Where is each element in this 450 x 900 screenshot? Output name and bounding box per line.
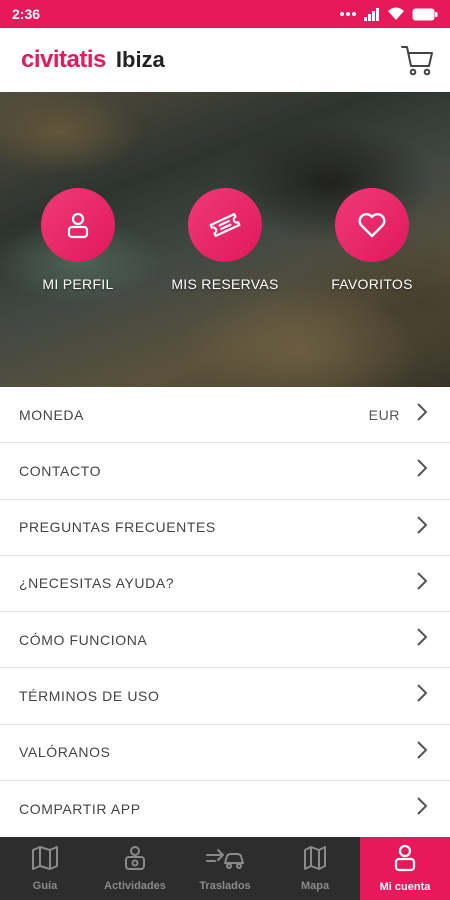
my-profile-label: MI PERFIL bbox=[42, 276, 114, 292]
menu-item-label: CÓMO FUNCIONA bbox=[19, 631, 148, 648]
status-bar: 2:36 bbox=[0, 0, 450, 28]
account-icon bbox=[393, 844, 417, 877]
cart-icon[interactable] bbox=[400, 43, 434, 77]
brand-logo[interactable]: civitatis bbox=[21, 46, 106, 74]
nav-map-label: Mapa bbox=[300, 880, 330, 892]
wifi-icon bbox=[387, 7, 405, 21]
nav-activities[interactable]: Actividades bbox=[90, 837, 180, 900]
nav-my-account-label: Mi cuenta bbox=[379, 881, 431, 893]
chevron-right-icon bbox=[416, 740, 428, 765]
chevron-right-icon bbox=[416, 627, 428, 652]
favorites-button[interactable]: FAVORITOS bbox=[299, 188, 445, 292]
chevron-right-icon bbox=[416, 402, 428, 427]
menu-item-how-it-works[interactable]: CÓMO FUNCIONA bbox=[0, 612, 450, 669]
menu-item-rate-us[interactable]: VALÓRANOS bbox=[0, 725, 450, 781]
bottom-nav: Guía Actividades Traslados Mapa Mi cuent… bbox=[0, 837, 450, 900]
nav-guide-label: Guía bbox=[32, 880, 58, 892]
account-menu: MONEDA EUR CONTACTO PREGUNTAS FRECUENTES… bbox=[0, 387, 450, 837]
menu-item-share-app[interactable]: COMPARTIR APP bbox=[0, 781, 450, 837]
status-time: 2:36 bbox=[12, 6, 41, 22]
hero-banner: MI PERFIL MIS RESERVAS FAVORITOS bbox=[0, 92, 450, 387]
menu-item-label: VALÓRANOS bbox=[19, 744, 111, 761]
menu-item-faq[interactable]: PREGUNTAS FRECUENTES bbox=[0, 500, 450, 556]
favorites-label: FAVORITOS bbox=[331, 276, 413, 292]
menu-item-currency[interactable]: MONEDA EUR bbox=[0, 387, 450, 444]
menu-item-label: ¿NECESITAS AYUDA? bbox=[19, 575, 175, 592]
menu-item-label: PREGUNTAS FRECUENTES bbox=[19, 519, 216, 536]
currency-value: EUR bbox=[368, 406, 400, 423]
menu-item-help[interactable]: ¿NECESITAS AYUDA? bbox=[0, 556, 450, 612]
chevron-right-icon bbox=[416, 796, 428, 821]
map-icon bbox=[302, 845, 328, 876]
my-bookings-button[interactable]: MIS RESERVAS bbox=[152, 188, 298, 292]
menu-item-label: MONEDA bbox=[19, 406, 85, 423]
ticket-icon bbox=[188, 188, 262, 262]
menu-item-right: EUR bbox=[369, 402, 428, 427]
my-bookings-label: MIS RESERVAS bbox=[171, 276, 279, 292]
nav-guide[interactable]: Guía bbox=[0, 837, 90, 900]
more-dots-icon bbox=[339, 11, 357, 17]
my-profile-button[interactable]: MI PERFIL bbox=[5, 188, 151, 292]
activities-icon bbox=[122, 845, 148, 876]
chevron-right-icon bbox=[416, 571, 428, 596]
chevron-right-icon bbox=[416, 683, 428, 708]
brand: civitatis Ibiza bbox=[21, 46, 165, 74]
chevron-right-icon bbox=[416, 458, 428, 483]
nav-transfers-label: Traslados bbox=[199, 880, 251, 892]
status-icons bbox=[339, 7, 438, 21]
signal-icon bbox=[364, 7, 380, 21]
menu-item-terms[interactable]: TÉRMINOS DE USO bbox=[0, 668, 450, 725]
nav-activities-label: Actividades bbox=[104, 880, 166, 892]
transfer-car-icon bbox=[205, 845, 245, 876]
menu-item-contact[interactable]: CONTACTO bbox=[0, 443, 450, 500]
nav-map[interactable]: Mapa bbox=[270, 837, 360, 900]
hero-actions: MI PERFIL MIS RESERVAS FAVORITOS bbox=[0, 188, 450, 292]
nav-my-account[interactable]: Mi cuenta bbox=[360, 837, 450, 900]
battery-icon bbox=[412, 8, 438, 21]
nav-transfers[interactable]: Traslados bbox=[180, 837, 270, 900]
city-name: Ibiza bbox=[115, 47, 165, 72]
user-icon bbox=[41, 188, 115, 262]
map-guide-icon bbox=[31, 845, 59, 876]
app-header: civitatis Ibiza bbox=[0, 28, 450, 92]
menu-item-label: COMPARTIR APP bbox=[19, 800, 141, 817]
heart-icon bbox=[335, 188, 409, 262]
chevron-right-icon bbox=[416, 515, 428, 540]
menu-item-label: TÉRMINOS DE USO bbox=[19, 687, 160, 704]
menu-item-label: CONTACTO bbox=[19, 462, 102, 479]
